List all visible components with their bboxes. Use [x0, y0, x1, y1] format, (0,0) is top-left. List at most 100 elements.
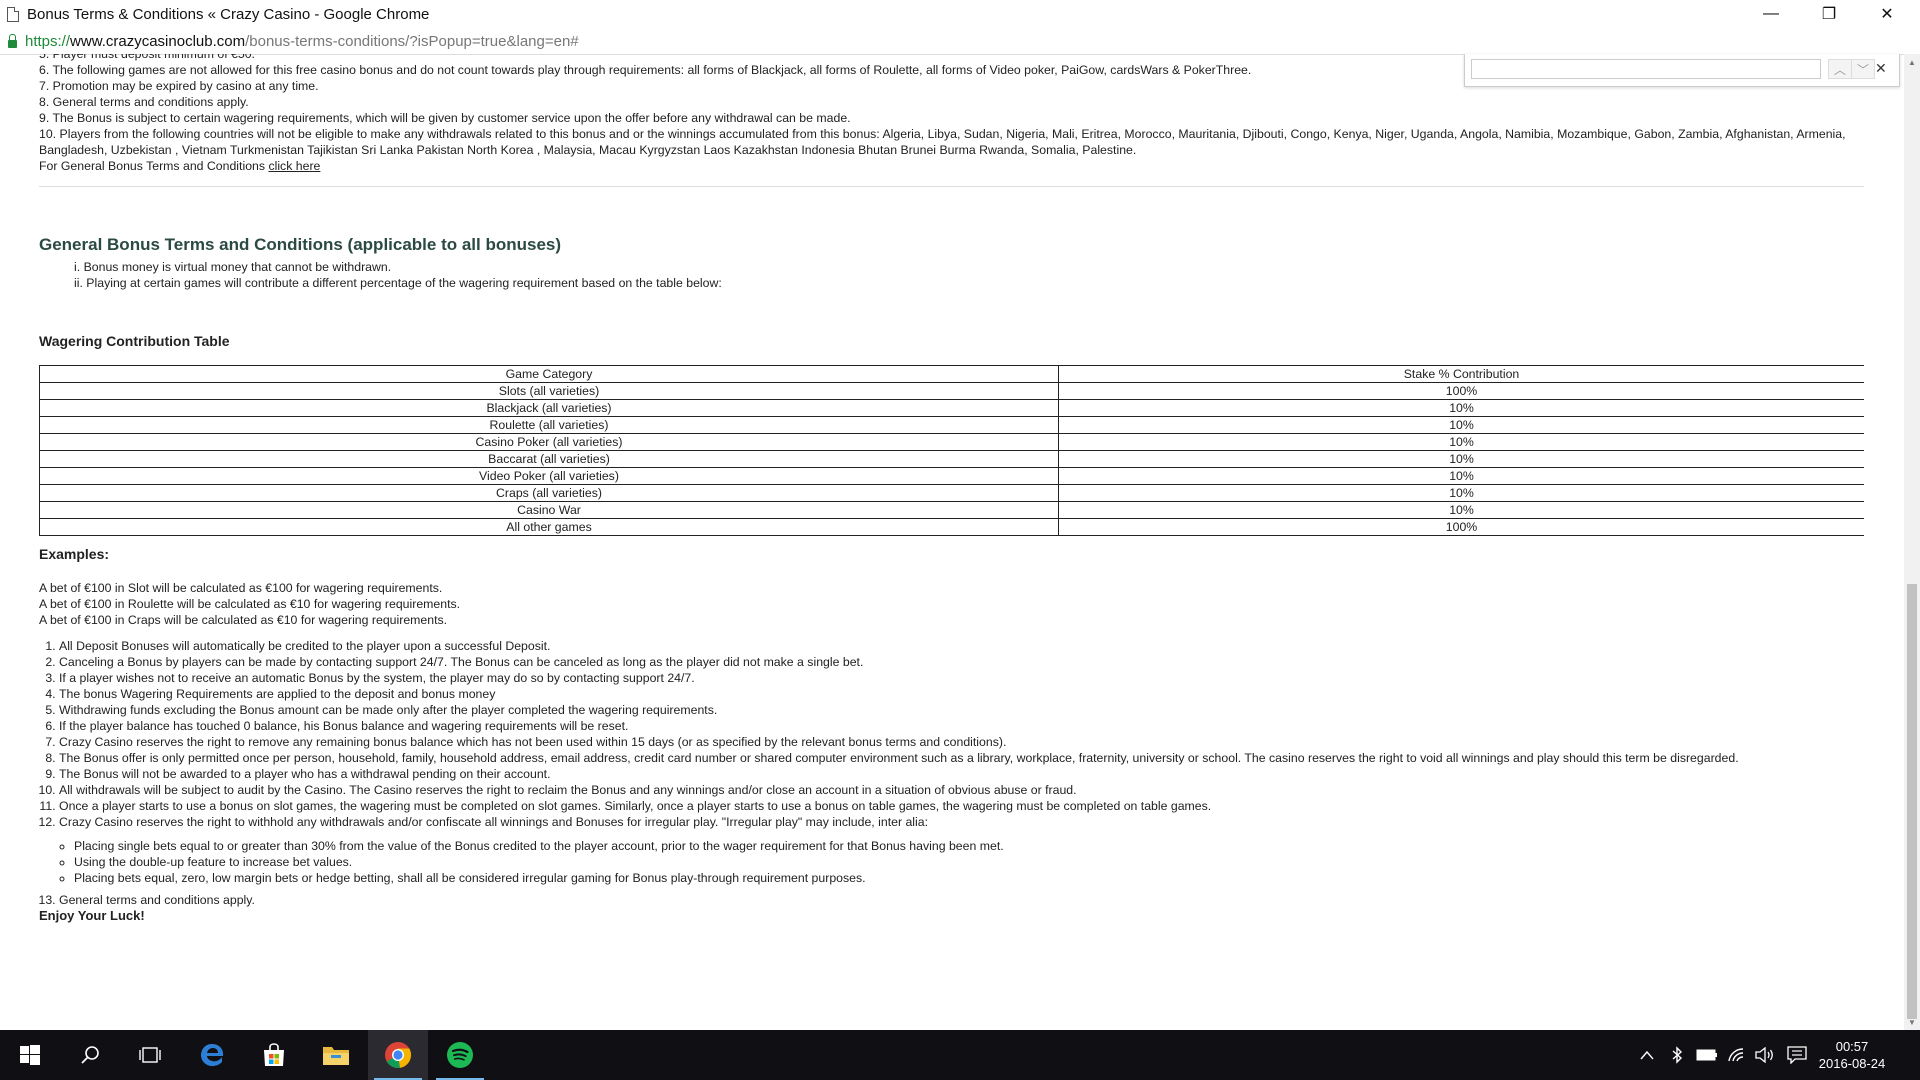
file-explorer-icon [323, 1047, 349, 1065]
start-button[interactable] [0, 1030, 60, 1080]
page-content: 5. Player must deposit minimum of €50. 6… [39, 54, 1864, 1030]
table-row: Roulette (all varieties) 10% [39, 416, 1864, 434]
contribution-cell: 100% [1058, 518, 1864, 536]
chevron-up-icon [1640, 1050, 1654, 1060]
spotify-taskbar-button[interactable] [430, 1030, 490, 1080]
example-line: A bet of €100 in Slot will be calculated… [39, 581, 443, 595]
rule-item: The bonus Wagering Requirements are appl… [59, 686, 1864, 702]
maximize-button[interactable]: ❐ [1800, 0, 1858, 28]
edge-taskbar-button[interactable] [182, 1030, 242, 1080]
table-row: Video Poker (all varieties) 10% [39, 467, 1864, 485]
wagering-contribution-table: Game Category Stake % Contribution Slots… [39, 365, 1864, 536]
lock-icon [8, 34, 17, 48]
task-view-button[interactable] [120, 1030, 180, 1080]
rule-item: Once a player starts to use a bonus on s… [59, 798, 1864, 814]
action-center-button[interactable] [1784, 1030, 1810, 1080]
minimize-button[interactable]: — [1742, 0, 1800, 28]
term-line: 9. The Bonus is subject to certain wager… [39, 111, 851, 125]
store-taskbar-button[interactable] [244, 1030, 304, 1080]
taskbar-clock[interactable]: 00:57 2016-08-24 [1812, 1038, 1892, 1072]
search-icon [81, 1046, 99, 1064]
spotify-icon [447, 1042, 473, 1068]
url-host: www.crazycasinoclub.com [70, 32, 246, 50]
rule-item-irregular-play: Crazy Casino reserves the right to withh… [59, 814, 1864, 886]
contribution-cell: 10% [1058, 416, 1864, 434]
store-icon [264, 1043, 284, 1066]
general-link-line: For General Bonus Terms and Conditions c… [39, 158, 1864, 174]
header-stake-contribution: Stake % Contribution [1058, 365, 1864, 383]
page-icon [7, 6, 19, 22]
general-link-prefix: For General Bonus Terms and Conditions [39, 159, 269, 173]
example-line: A bet of €100 in Craps will be calculate… [39, 613, 448, 627]
term-line: 10. Players from the following countries… [39, 127, 1846, 157]
task-view-icon [139, 1047, 161, 1063]
game-category-cell: Video Poker (all varieties) [39, 467, 1059, 485]
header-game-category: Game Category [39, 365, 1059, 383]
game-category-cell: Slots (all varieties) [39, 382, 1059, 400]
find-close-button[interactable]: ✕ [1875, 60, 1887, 77]
bonus-rules-list: All Deposit Bonuses will automatically b… [39, 638, 1864, 908]
irregular-play-list: Placing single bets equal to or greater … [59, 838, 1864, 886]
volume-tray-button[interactable] [1752, 1030, 1778, 1080]
examples-heading: Examples: [39, 546, 110, 562]
rule-item: Withdrawing funds excluding the Bonus am… [59, 702, 1864, 718]
table-row: Craps (all varieties) 10% [39, 484, 1864, 502]
contribution-cell: 10% [1058, 399, 1864, 417]
rule-item: If the player balance has touched 0 bala… [59, 718, 1864, 734]
term-line: 8. General terms and conditions apply. [39, 95, 249, 109]
notifications-icon [1787, 1046, 1807, 1064]
contribution-cell: 10% [1058, 450, 1864, 468]
click-here-link[interactable]: click here [268, 159, 320, 173]
rule-item: Canceling a Bonus by players can be made… [59, 654, 1864, 670]
scroll-thumb[interactable] [1907, 584, 1917, 1019]
table-row: Blackjack (all varieties) 10% [39, 399, 1864, 417]
rule-item: The Bonus offer is only permitted once p… [59, 750, 1864, 766]
window-title: Bonus Terms & Conditions « Crazy Casino … [27, 5, 430, 23]
title-bar: Bonus Terms & Conditions « Crazy Casino … [0, 0, 1920, 28]
irregular-play-item: Placing single bets equal to or greater … [74, 838, 1864, 854]
game-category-cell: All other games [39, 518, 1059, 536]
wagering-table-heading: Wagering Contribution Table [39, 333, 230, 349]
game-category-cell: Casino War [39, 501, 1059, 519]
chrome-taskbar-button[interactable] [368, 1030, 428, 1080]
contribution-cell: 100% [1058, 382, 1864, 400]
examples-list: A bet of €100 in Slot will be calculated… [39, 580, 1864, 628]
battery-tray-button[interactable] [1694, 1030, 1720, 1080]
general-term-item: i. Bonus money is virtual money that can… [74, 260, 392, 274]
show-hidden-icons-button[interactable] [1636, 1030, 1658, 1080]
find-next-button[interactable]: ﹀ [1851, 59, 1875, 79]
irregular-play-item: Placing bets equal, zero, low margin bet… [74, 870, 1864, 886]
example-line: A bet of €100 in Roulette will be calcul… [39, 597, 461, 611]
file-explorer-taskbar-button[interactable] [306, 1030, 366, 1080]
rule-item: All Deposit Bonuses will automatically b… [59, 638, 1864, 654]
table-row: Baccarat (all varieties) 10% [39, 450, 1864, 468]
url-scheme: https:// [25, 32, 71, 50]
divider [39, 186, 1864, 187]
scroll-down-arrow-icon[interactable]: ▼ [1904, 1014, 1920, 1030]
game-category-cell: Craps (all varieties) [39, 484, 1059, 502]
vertical-scrollbar[interactable]: ▲ ▼ [1904, 54, 1920, 1030]
table-row: Casino Poker (all varieties) 10% [39, 433, 1864, 451]
game-category-cell: Baccarat (all varieties) [39, 450, 1059, 468]
find-previous-button[interactable]: ︿ [1828, 59, 1852, 79]
chrome-icon [385, 1042, 412, 1068]
rule-item: General terms and conditions apply. [59, 892, 1864, 908]
irregular-play-item: Using the double-up feature to increase … [74, 854, 1864, 870]
general-term-item: ii. Playing at certain games will contri… [74, 276, 722, 290]
close-button[interactable]: ✕ [1858, 0, 1916, 28]
start-icon [20, 1045, 40, 1065]
search-button[interactable] [60, 1030, 120, 1080]
find-input[interactable] [1471, 59, 1821, 79]
url-text[interactable]: https://www.crazycasinoclub.com/bonus-te… [25, 33, 579, 50]
scroll-up-arrow-icon[interactable]: ▲ [1904, 54, 1920, 70]
volume-icon [1755, 1047, 1773, 1063]
table-row: Slots (all varieties) 100% [39, 382, 1864, 400]
rule-item-text: Crazy Casino reserves the right to withh… [59, 815, 929, 829]
contribution-cell: 10% [1058, 501, 1864, 519]
address-bar[interactable]: https://www.crazycasinoclub.com/bonus-te… [0, 28, 1920, 55]
rule-item: All withdrawals will be subject to audit… [59, 782, 1864, 798]
game-category-cell: Roulette (all varieties) [39, 416, 1059, 434]
clock-time: 00:57 [1835, 1039, 1869, 1054]
network-tray-button[interactable] [1724, 1030, 1750, 1080]
bluetooth-tray-button[interactable] [1666, 1030, 1688, 1080]
